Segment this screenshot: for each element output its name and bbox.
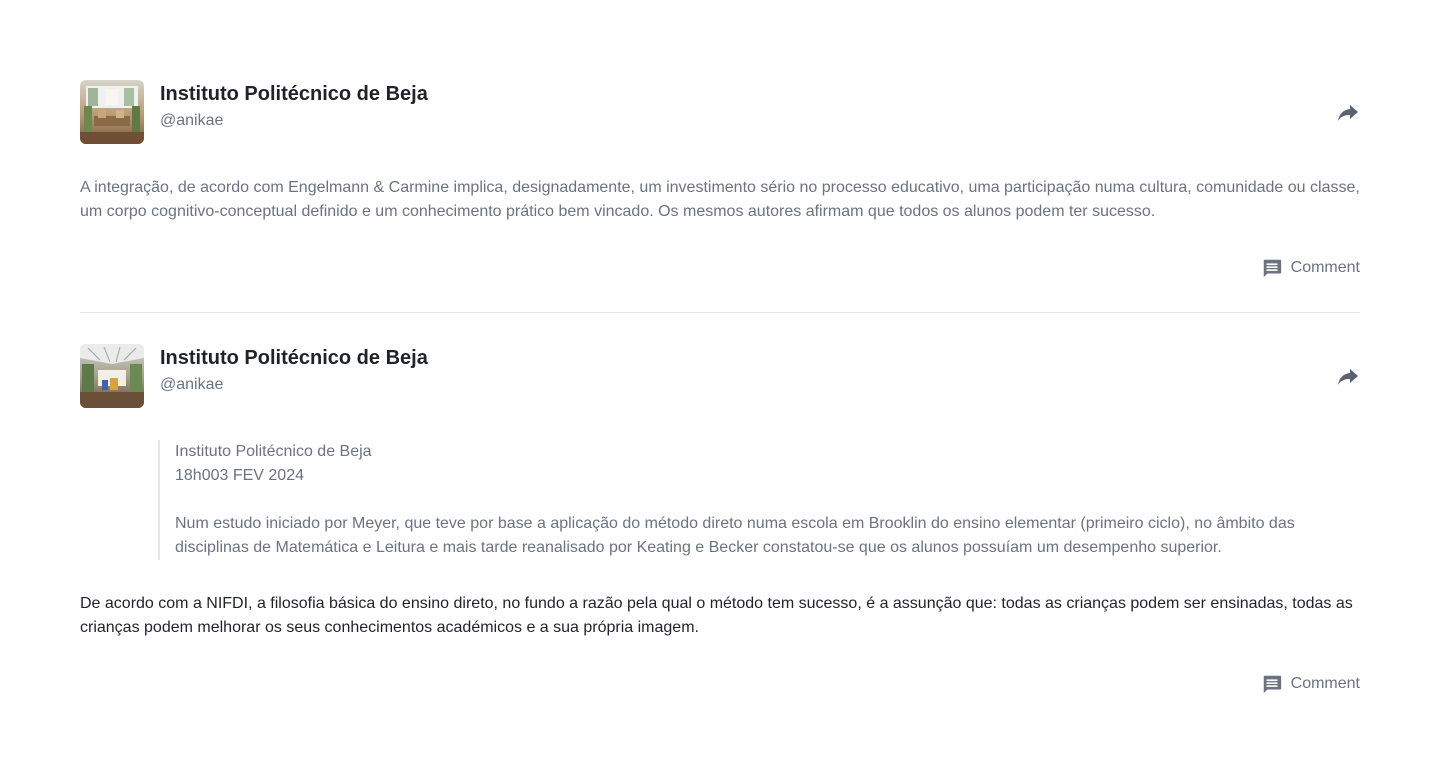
author-name[interactable]: Instituto Politécnico de Beja <box>160 345 428 371</box>
author-info: Instituto Politécnico de Beja @anikae <box>160 344 428 395</box>
comment-label: Comment <box>1290 675 1360 692</box>
post-header: Instituto Politécnico de Beja @anikae <box>80 344 1360 408</box>
share-icon <box>1338 369 1358 385</box>
avatar-image <box>80 344 144 408</box>
author-info: Instituto Politécnico de Beja @anikae <box>160 80 428 131</box>
quote-date: 18h003 FEV 2024 <box>175 467 304 484</box>
post-footer: Comment <box>80 256 1360 280</box>
comment-button[interactable]: Comment <box>1261 673 1360 695</box>
author-name[interactable]: Instituto Politécnico de Beja <box>160 81 428 107</box>
avatar-image <box>80 80 144 144</box>
share-button[interactable] <box>1336 100 1360 124</box>
post-card: Instituto Politécnico de Beja @anikae In… <box>80 344 1360 696</box>
post-text: De acordo com a NIFDI, a filosofia básic… <box>80 595 1353 636</box>
comment-label: Comment <box>1290 259 1360 276</box>
quote-text: Num estudo iniciado por Meyer, que teve … <box>175 515 1295 556</box>
post-divider <box>80 312 1360 313</box>
comment-icon <box>1263 675 1281 694</box>
share-button[interactable] <box>1336 364 1360 388</box>
quote-author: Instituto Politécnico de Beja <box>175 443 372 460</box>
author-handle[interactable]: @anikae <box>160 375 428 395</box>
post-header: Instituto Politécnico de Beja @anikae <box>80 80 1360 144</box>
avatar[interactable] <box>80 80 144 144</box>
comment-icon <box>1263 259 1281 278</box>
author-handle[interactable]: @anikae <box>160 111 428 131</box>
feed: Instituto Politécnico de Beja @anikae A … <box>80 80 1360 696</box>
post-card: Instituto Politécnico de Beja @anikae A … <box>80 80 1360 280</box>
comment-button[interactable]: Comment <box>1261 257 1360 279</box>
share-icon <box>1338 105 1358 121</box>
post-footer: Comment <box>80 672 1360 696</box>
post-text: A integração, de acordo com Engelmann & … <box>80 179 1360 220</box>
avatar[interactable] <box>80 344 144 408</box>
quoted-post[interactable]: Instituto Politécnico de Beja 18h003 FEV… <box>158 440 1360 560</box>
